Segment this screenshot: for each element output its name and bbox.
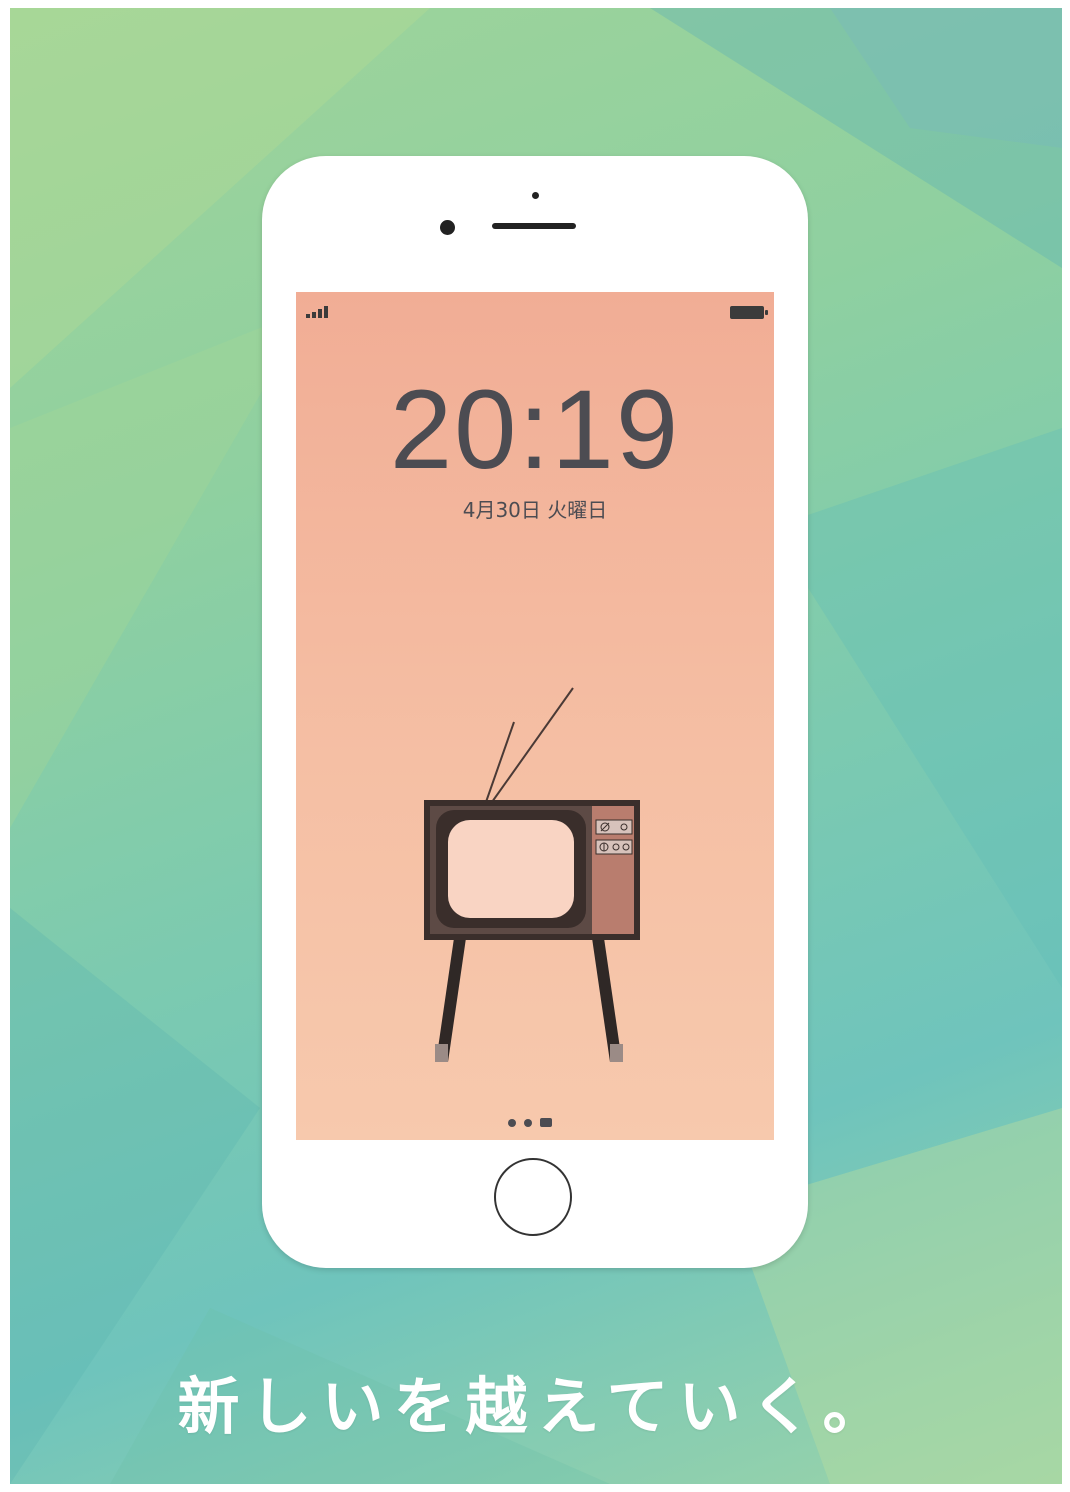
tv-screen [448, 820, 574, 918]
smartphone: 20:19 4月30日 火曜日 [262, 156, 808, 1268]
camera-icon[interactable] [540, 1118, 552, 1127]
earpiece-speaker [492, 223, 576, 229]
page-dot [508, 1118, 516, 1127]
home-button[interactable] [494, 1158, 572, 1236]
page-indicator [508, 1118, 552, 1127]
lock-screen: 20:19 4月30日 火曜日 [296, 292, 774, 1140]
tv-knobs [595, 839, 633, 855]
tagline: 新しいを越えていく。 [177, 1370, 895, 1443]
proximity-sensor [532, 192, 539, 199]
tv-leg-right [592, 938, 622, 1062]
poster: 20:19 4月30日 火曜日 新しいを越えていく。 [10, 8, 1062, 1484]
tv-antenna-right [491, 687, 574, 803]
page-dot [524, 1118, 532, 1127]
front-camera-icon [440, 220, 455, 235]
tv-leg-left [436, 938, 466, 1062]
retro-tv-illustration [424, 687, 640, 1062]
